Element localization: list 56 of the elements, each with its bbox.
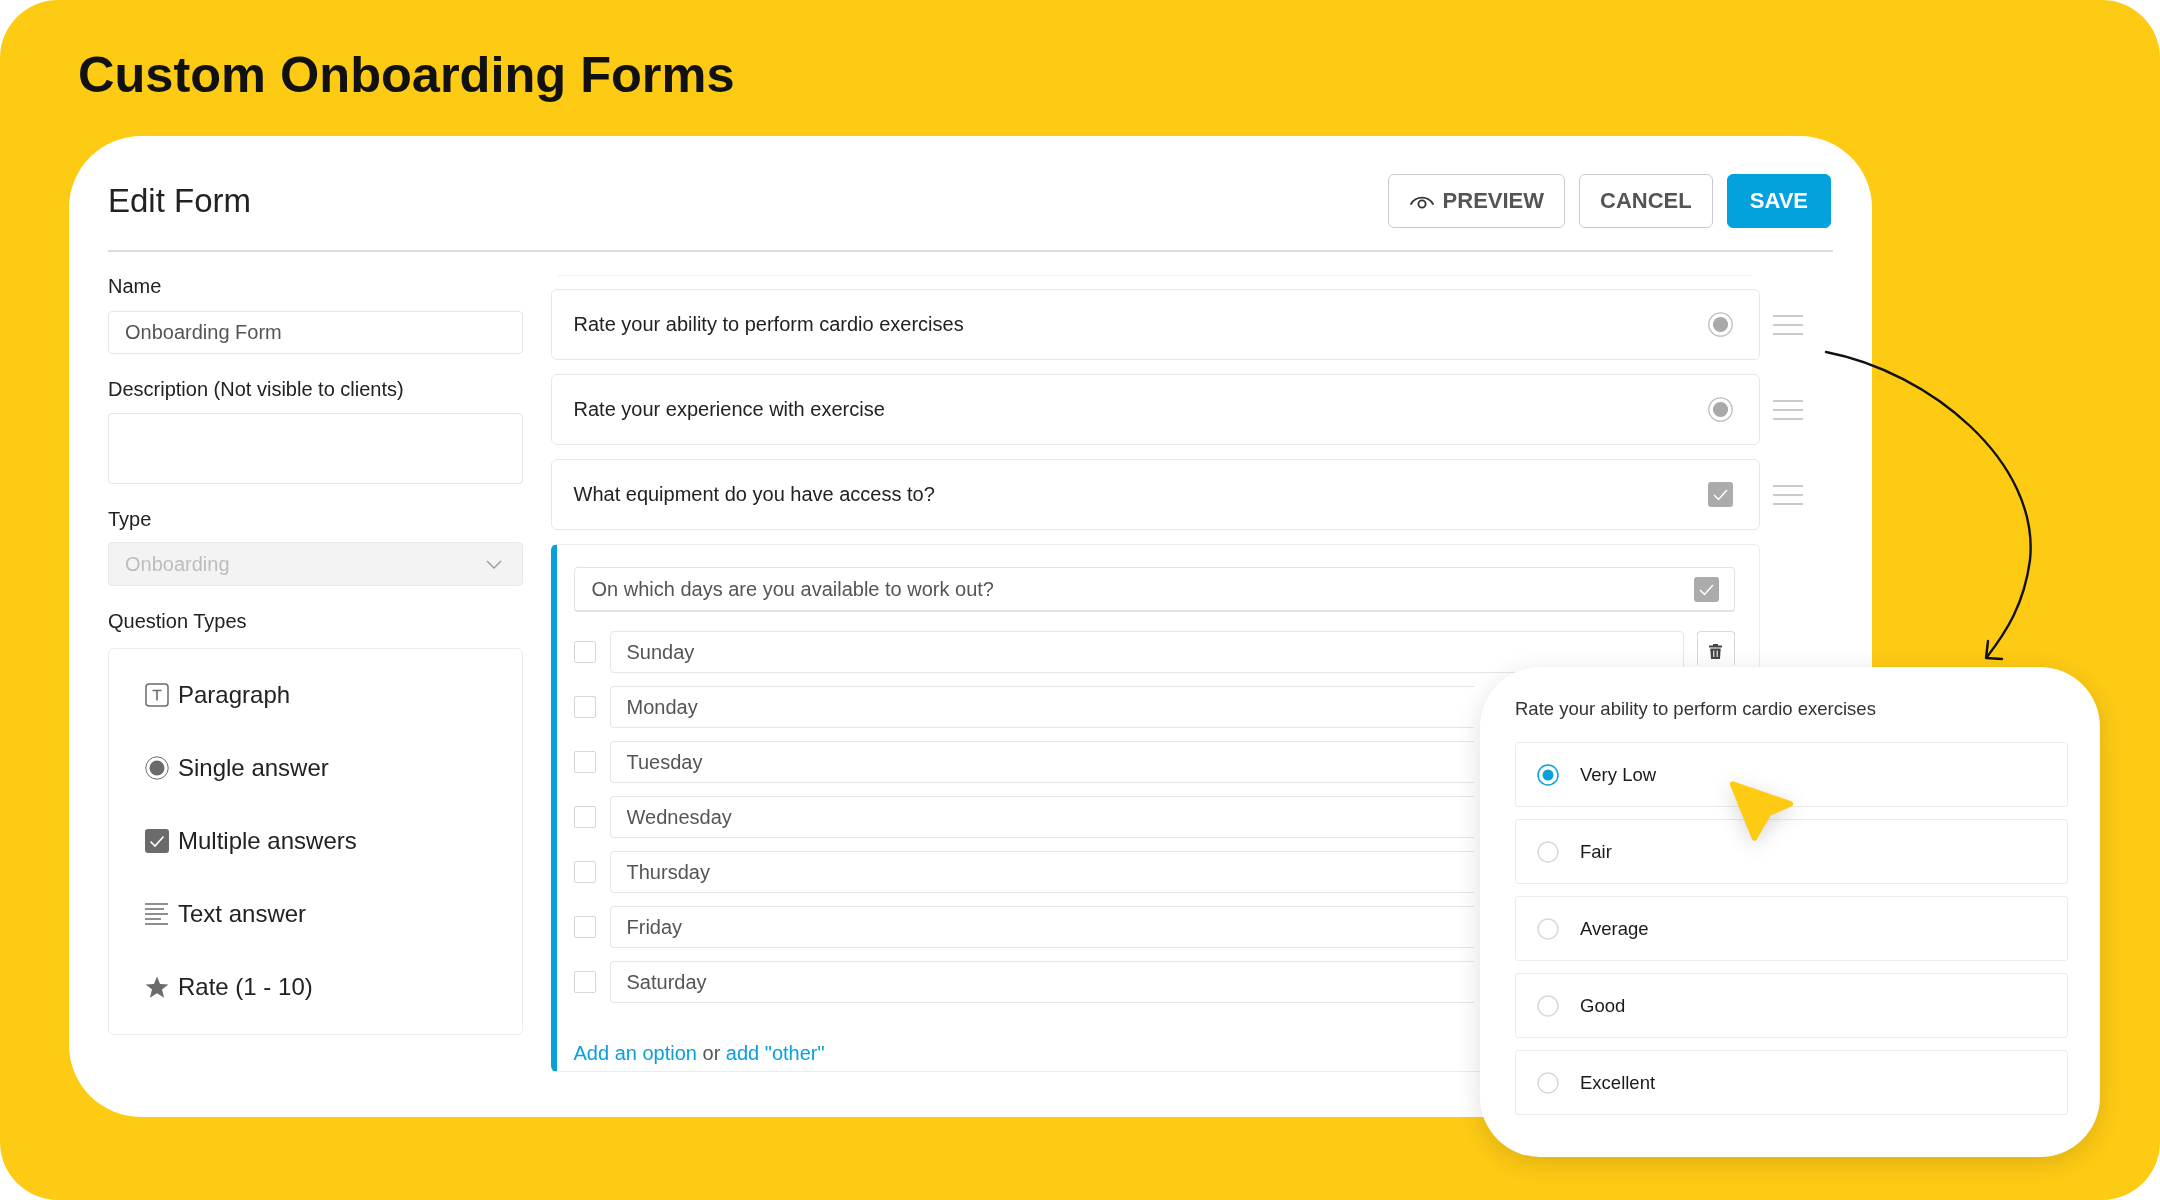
question-type-item[interactable]: Single answer — [145, 748, 329, 788]
option-checkbox[interactable] — [573, 696, 596, 718]
question-type-item[interactable]: Multiple answers — [145, 821, 357, 861]
page-title: Custom Onboarding Forms — [78, 45, 735, 105]
option-field[interactable]: Friday — [609, 906, 1474, 948]
field-label: Name — [108, 274, 162, 298]
add-option-line: Add an option or add "other" — [573, 1041, 825, 1065]
option-checkbox[interactable] — [573, 916, 596, 938]
question-card[interactable]: Rate your experience with exercise — [550, 374, 1760, 445]
cursor-icon — [1729, 780, 1795, 842]
star-icon — [145, 975, 169, 999]
answer-option[interactable]: Average — [1515, 896, 2068, 961]
option-checkbox[interactable] — [573, 971, 596, 993]
preview-button[interactable]: PREVIEW — [1387, 174, 1566, 228]
field-label: Description (Not visible to clients) — [108, 377, 404, 401]
answer-option[interactable]: Good — [1515, 973, 2068, 1038]
option-checkbox[interactable] — [573, 861, 596, 883]
drag-handle-icon[interactable] — [1772, 314, 1803, 335]
option-checkbox[interactable] — [573, 806, 596, 828]
option-checkbox[interactable] — [573, 751, 596, 773]
checkbox-icon — [1693, 577, 1719, 602]
answer-option[interactable]: Very Low — [1515, 742, 2068, 807]
checkbox-icon — [1707, 482, 1733, 507]
option-field[interactable]: Thursday — [609, 851, 1474, 893]
question-card[interactable]: What equipment do you have access to? — [550, 459, 1760, 530]
radio-icon — [1707, 312, 1733, 337]
trash-icon — [1709, 644, 1722, 659]
field-label: Question Types — [108, 609, 247, 633]
drag-handle-icon[interactable] — [1772, 484, 1803, 505]
field-label: Type — [108, 507, 152, 531]
form-title: Edit Form — [108, 181, 252, 221]
option-field[interactable]: Wednesday — [609, 796, 1474, 838]
cancel-button[interactable]: CANCEL — [1579, 174, 1713, 228]
radio-icon — [145, 756, 169, 780]
question-card[interactable]: Rate your ability to perform cardio exercises — [550, 289, 1760, 360]
drag-handle-icon[interactable] — [1772, 399, 1803, 420]
option-field[interactable]: Tuesday — [609, 741, 1474, 783]
option-field[interactable]: Sunday — [609, 631, 1684, 673]
answer-option[interactable]: Excellent — [1515, 1050, 2068, 1115]
delete-button[interactable] — [1696, 631, 1735, 665]
text-lines-icon — [145, 903, 169, 925]
name-field[interactable]: Onboarding Form — [108, 311, 523, 354]
radio-icon — [1707, 397, 1733, 422]
question-type-item[interactable]: Rate (1 - 10) — [145, 967, 313, 1007]
chevron-down-icon — [485, 559, 502, 569]
text-box-icon — [145, 683, 169, 707]
option-field[interactable]: Monday — [609, 686, 1474, 728]
question-type-item[interactable]: Paragraph — [145, 675, 291, 715]
option-field[interactable]: Saturday — [609, 961, 1474, 1003]
question-type-item[interactable]: Text answer — [145, 894, 307, 934]
option-checkbox[interactable] — [573, 641, 596, 663]
question-text: Rate your ability to perform cardio exercises — [1515, 697, 1876, 721]
description-field[interactable] — [108, 413, 523, 484]
checkbox-icon — [145, 829, 169, 853]
question-field[interactable]: On which days are you available to work out? — [573, 567, 1735, 612]
answer-option[interactable]: Fair — [1515, 819, 2068, 884]
